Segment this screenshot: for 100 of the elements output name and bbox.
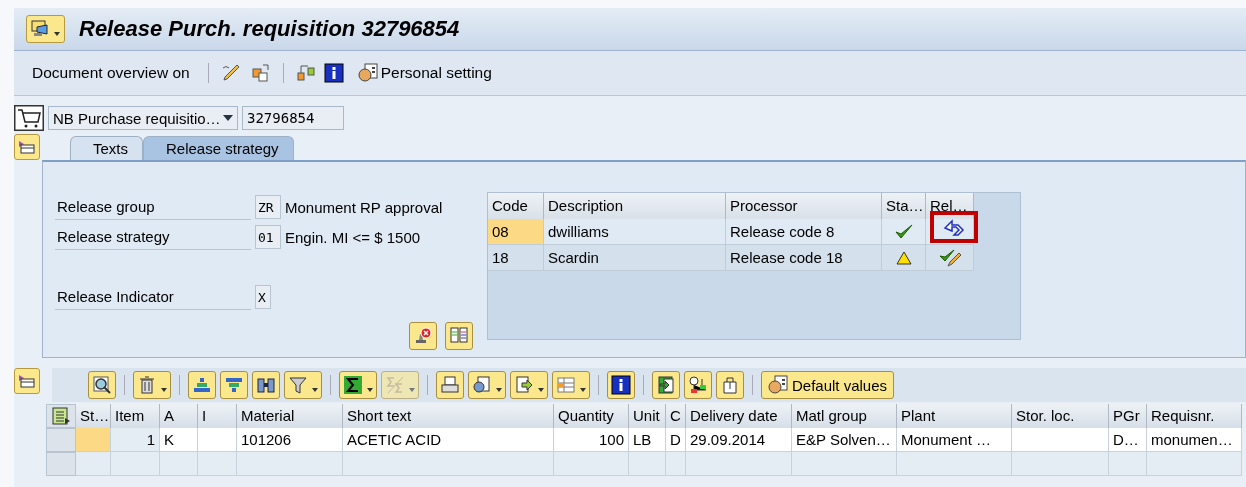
column-header[interactable]: Matl group (792, 404, 897, 428)
scale-button[interactable] (684, 371, 712, 399)
export-icon (514, 375, 534, 395)
list-icon (51, 406, 71, 426)
requisitioner-cell: monumen… (1147, 428, 1242, 452)
column-header[interactable]: Description (544, 193, 726, 219)
value-field[interactable]: ZR (255, 195, 281, 219)
layout-button[interactable] (46, 404, 76, 428)
item-cell: 1 (111, 428, 160, 452)
document-type-dropdown[interactable]: NB Purchase requisitio… (48, 106, 238, 130)
document-arrow-button[interactable] (652, 371, 680, 399)
code-cell[interactable]: 18 (488, 245, 544, 271)
column-header[interactable]: Delivery date (686, 404, 792, 428)
field-label: Release Indicator (55, 284, 251, 310)
caret-icon (161, 388, 167, 392)
undo-arrow-icon (943, 218, 965, 236)
code-cell[interactable]: 08 (488, 219, 544, 245)
trash-button[interactable] (133, 371, 171, 399)
column-header[interactable]: Material (237, 404, 343, 428)
info-icon (611, 375, 631, 395)
column-header[interactable]: I (198, 404, 237, 428)
trash-icon (137, 375, 157, 395)
column-header[interactable]: Code (488, 193, 544, 219)
column-header[interactable]: Plant (897, 404, 1012, 428)
field-description: Engin. MI <= $ 1500 (285, 228, 421, 246)
sigma-icon (343, 375, 363, 395)
column-header[interactable]: Processor (726, 193, 882, 219)
c-cell: D (666, 428, 686, 452)
column-header[interactable]: Unit (629, 404, 666, 428)
sort-descending-icon (224, 375, 244, 395)
panel-icon (18, 373, 36, 389)
description-cell: Scardin (544, 245, 726, 271)
column-header[interactable]: C (666, 404, 686, 428)
export-button[interactable] (510, 371, 548, 399)
field-label: Release group (55, 194, 251, 220)
tab[interactable]: Texts (70, 136, 143, 160)
stamp-cancel-icon (413, 326, 433, 346)
column-header[interactable]: Stor. loc. (1012, 404, 1109, 428)
magnifier-button[interactable] (88, 371, 116, 399)
collapse-button[interactable] (14, 134, 40, 160)
material-cell: 101206 (237, 428, 343, 452)
caret-icon (496, 388, 502, 392)
sort-ascending-button[interactable] (188, 371, 216, 399)
value-field[interactable]: X (255, 285, 271, 309)
binoculars-button[interactable] (252, 371, 280, 399)
value-field[interactable]: 01 (255, 225, 281, 249)
settings-icon (768, 375, 788, 395)
material-group-cell: E&P Solven… (792, 428, 897, 452)
printer-button[interactable] (436, 371, 464, 399)
collapse-button[interactable] (14, 368, 40, 394)
settings-icon (357, 63, 378, 83)
column-header[interactable]: Requisnr. (1147, 404, 1242, 428)
sigma-button[interactable] (339, 371, 377, 399)
personal-setting-button[interactable]: Personal setting (351, 63, 498, 83)
plant-cell: Monument … (897, 428, 1012, 452)
cart-icon[interactable] (14, 105, 44, 131)
window-title: Release Purch. requisition 32796854 (79, 16, 460, 42)
info-icon[interactable] (323, 63, 344, 83)
hierarchy-icon[interactable] (295, 63, 316, 83)
short-text-cell: ACETIC ACID (343, 428, 554, 452)
info-button[interactable] (607, 371, 635, 399)
caret-icon (538, 388, 544, 392)
layout-button[interactable] (552, 371, 590, 399)
system-menu-button[interactable] (26, 15, 65, 43)
default-values-button[interactable]: Default values (761, 371, 895, 399)
delivery-date-cell: 29.09.2014 (686, 428, 792, 452)
field-description: Monument RP approval (285, 198, 443, 216)
check-pencil-icon (938, 247, 961, 268)
release-button[interactable] (938, 247, 961, 268)
document-number-field[interactable]: 32796854 (242, 106, 344, 130)
document-overview-button[interactable]: Document overview on (26, 64, 196, 82)
overview-button[interactable] (445, 322, 473, 350)
column-header[interactable]: St… (76, 404, 111, 428)
description-cell: dwilliams (544, 219, 726, 245)
status-cell (76, 428, 111, 452)
sort-ascending-icon (192, 375, 212, 395)
column-header[interactable]: Item (111, 404, 160, 428)
bag-icon (720, 375, 740, 395)
sort-descending-button[interactable] (220, 371, 248, 399)
view-button[interactable] (468, 371, 506, 399)
column-header[interactable]: A (160, 404, 198, 428)
view-icon (472, 375, 492, 395)
layout-icon (556, 375, 576, 395)
columns-icon (449, 326, 469, 346)
processor-cell: Release code 8 (726, 219, 882, 245)
column-header[interactable]: Short text (343, 404, 554, 428)
caret-icon (409, 388, 415, 392)
cancel-release-button[interactable] (943, 218, 965, 236)
account-cell: K (160, 428, 198, 452)
processor-cell: Release code 18 (726, 245, 882, 271)
tab[interactable]: Release strategy (143, 136, 294, 160)
caret-icon (312, 388, 318, 392)
column-header[interactable]: Quantity (554, 404, 629, 428)
unit-cell: LB (629, 428, 666, 452)
boxes-icon[interactable] (250, 63, 271, 83)
column-header[interactable]: PGr (1109, 404, 1147, 428)
filter-button[interactable] (284, 371, 322, 399)
field-label: Release strategy (55, 224, 251, 250)
column-header[interactable]: Sta… (882, 193, 926, 219)
cancel-release-button[interactable] (409, 322, 437, 350)
